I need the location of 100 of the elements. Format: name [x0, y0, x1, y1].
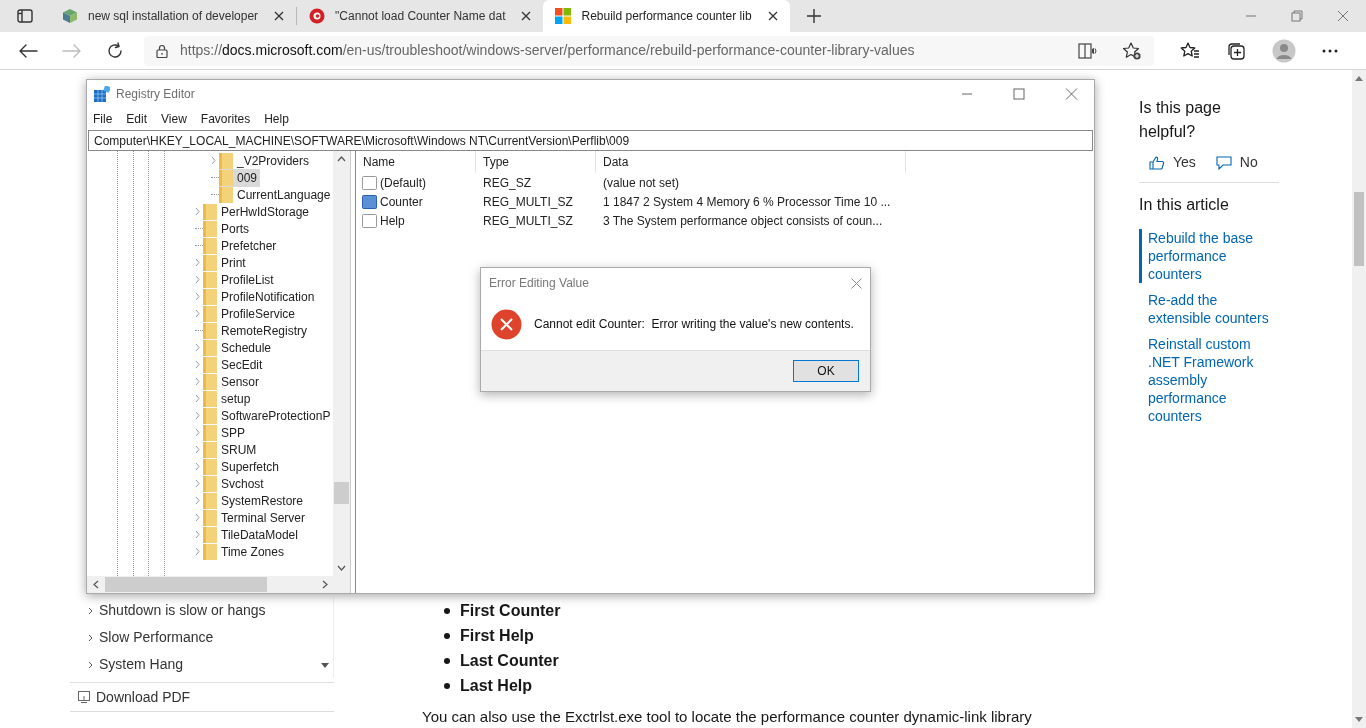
tree-item[interactable]: Time Zones [203, 542, 287, 561]
tree-item[interactable]: RemoteRegistry [203, 321, 311, 340]
profile-avatar-icon[interactable] [1272, 38, 1296, 63]
chevron-right-icon[interactable] [210, 156, 216, 165]
table-cell-text: (Default) [380, 174, 426, 192]
tab-actions-icon[interactable] [17, 9, 33, 23]
yes-button[interactable]: Yes [1149, 152, 1196, 173]
tree-item[interactable]: SystemRestore [203, 491, 307, 510]
list-item-text: First Counter [460, 600, 561, 621]
close-icon[interactable] [274, 11, 285, 21]
tree-item[interactable]: CurrentLanguage [219, 185, 333, 204]
tree-item[interactable]: Ports [203, 219, 252, 238]
scroll-down-icon[interactable] [321, 663, 329, 668]
folder-icon [203, 526, 217, 543]
tree-item[interactable]: Terminal Server [203, 508, 309, 527]
browser-tab[interactable]: Rebuild performance counter lib [543, 0, 790, 32]
chevron-right-icon[interactable] [194, 207, 200, 216]
chevron-right-icon[interactable] [194, 411, 200, 420]
close-icon[interactable] [521, 11, 532, 21]
chevron-right-icon[interactable] [194, 292, 200, 301]
tree-item[interactable]: Print [203, 253, 249, 272]
refresh-icon[interactable] [106, 41, 124, 60]
tree-item[interactable]: PerHwIdStorage [203, 202, 313, 221]
chevron-right-icon[interactable] [194, 496, 200, 505]
toc-link[interactable]: Reinstall custom .NET Framework assembly performance counters [1139, 335, 1279, 425]
tree-item[interactable]: setup [203, 389, 254, 408]
column-header[interactable]: Name [356, 151, 476, 173]
chevron-right-icon[interactable] [194, 309, 200, 318]
nav-item[interactable]: System Hang [70, 651, 331, 678]
page-scrollbar[interactable] [1352, 70, 1366, 728]
tree-item[interactable]: SecEdit [203, 355, 266, 374]
scrollbar-thumb[interactable] [334, 482, 349, 504]
scrollbar-thumb[interactable] [1354, 192, 1364, 266]
chevron-right-icon[interactable] [194, 530, 200, 539]
scroll-up-icon[interactable] [1355, 76, 1363, 81]
menu-item[interactable]: Edit [126, 110, 148, 128]
tree-item[interactable]: Schedule [203, 338, 275, 357]
nav-item[interactable]: Shutdown is slow or hangs [70, 597, 331, 624]
close-icon[interactable] [767, 11, 778, 21]
tree-item[interactable]: SRUM [203, 440, 260, 459]
address-field[interactable]: Computer\HKEY_LOCAL_MACHINE\SOFTWARE\Microsoft\Windows NT\CurrentVersion\Perflib\009 [88, 130, 1093, 151]
toc-link[interactable]: Re-add the extensible counters [1139, 291, 1279, 327]
chevron-right-icon[interactable] [194, 258, 200, 267]
tree-item[interactable]: Prefetcher [203, 236, 280, 255]
horizontal-scrollbar[interactable] [87, 576, 350, 593]
chevron-right-icon[interactable] [194, 275, 200, 284]
tree-item[interactable]: ProfileNotification [203, 287, 318, 306]
favorites-icon[interactable] [1180, 41, 1200, 60]
scroll-down-icon[interactable] [337, 565, 346, 571]
folder-icon [219, 186, 233, 203]
scroll-right-icon[interactable] [322, 580, 328, 589]
new-tab-icon[interactable] [806, 9, 821, 23]
scrollbar-thumb[interactable] [105, 577, 267, 592]
chevron-right-icon[interactable] [194, 445, 200, 454]
tree-item[interactable]: _V2Providers [219, 152, 313, 170]
tree-item[interactable]: Sensor [203, 372, 263, 391]
tree-item[interactable]: Superfetch [203, 457, 283, 476]
reader-icon[interactable] [1078, 42, 1098, 59]
ok-button[interactable]: OK [793, 360, 859, 382]
menu-item[interactable]: Favorites [200, 110, 251, 128]
nav-item[interactable]: Slow Performance [70, 624, 331, 651]
chevron-right-icon[interactable] [194, 462, 200, 471]
tree-item[interactable]: ProfileList [203, 270, 277, 289]
scroll-down-icon[interactable] [1355, 717, 1363, 722]
chevron-right-icon[interactable] [194, 428, 200, 437]
scroll-up-icon[interactable] [337, 156, 346, 162]
vertical-scrollbar[interactable] [333, 151, 350, 576]
folder-icon [203, 424, 217, 441]
folder-icon [203, 203, 217, 220]
menu-item[interactable]: View [161, 110, 187, 128]
browser-tab[interactable]: "Cannot load Counter Name dat [297, 0, 544, 32]
no-button[interactable]: No [1215, 152, 1258, 173]
menu-item[interactable]: Help [264, 110, 289, 128]
column-header[interactable]: Type [476, 151, 596, 173]
chevron-right-icon[interactable] [194, 377, 200, 386]
folder-icon [203, 220, 217, 237]
collections-icon[interactable] [1226, 40, 1246, 61]
browser-tab[interactable]: new sql installation of developer [50, 0, 297, 32]
tree-item[interactable]: ProfileService [203, 304, 299, 323]
more-icon[interactable] [1322, 48, 1338, 53]
tree-item[interactable]: Svchost [203, 474, 267, 493]
chevron-right-icon[interactable] [194, 360, 200, 369]
address-bar[interactable]: https://docs.microsoft.com/en-us/troubleshoot/windows-server/performance/rebuild-performance-counter-library-values [144, 35, 1154, 66]
menu-item[interactable]: File [93, 110, 113, 128]
chevron-right-icon[interactable] [194, 479, 200, 488]
toc-link[interactable]: Rebuild the base performance counters [1139, 229, 1279, 283]
chevron-right-icon[interactable] [194, 343, 200, 352]
tree-item[interactable]: TileDataModel [203, 525, 301, 544]
tree-item[interactable]: SoftwareProtectionP [203, 406, 333, 425]
scroll-left-icon[interactable] [93, 580, 99, 589]
chevron-right-icon[interactable] [194, 547, 200, 556]
back-icon[interactable] [18, 42, 38, 59]
chevron-right-icon[interactable] [194, 513, 200, 522]
download-pdf-link[interactable]: Download PDF [70, 682, 334, 712]
tree-item[interactable]: 009 [219, 168, 261, 187]
add-favorite-icon[interactable] [1122, 41, 1142, 60]
column-header[interactable]: Data [596, 151, 906, 173]
chevron-right-icon[interactable] [194, 394, 200, 403]
tree-item[interactable]: SPP [203, 423, 248, 442]
folder-icon [203, 509, 217, 526]
